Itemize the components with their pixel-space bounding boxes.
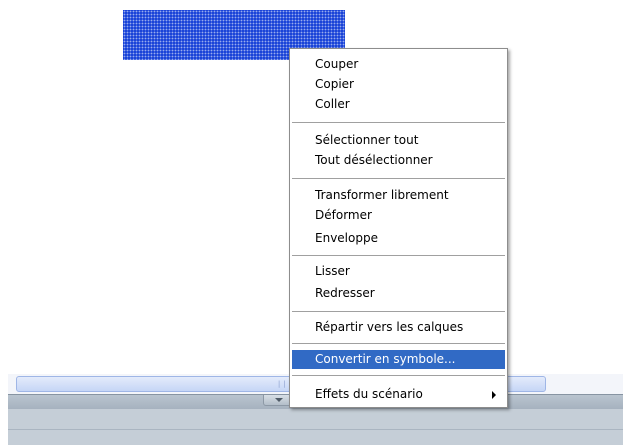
- context-menu: Couper Copier Coller Sélectionner tout T…: [289, 48, 508, 408]
- menu-separator: [292, 178, 505, 179]
- menu-item-label: Effets du scénario: [315, 387, 423, 401]
- menu-separator: [292, 255, 505, 256]
- panel-divider: [8, 429, 623, 430]
- menu-item-convertir-en-symbole[interactable]: Convertir en symbole...: [292, 350, 505, 369]
- menu-item-lisser[interactable]: Lisser: [292, 262, 505, 281]
- menu-item-transformer-librement[interactable]: Transformer librement: [292, 186, 505, 205]
- menu-separator: [292, 343, 505, 344]
- menu-item-effets-du-scenario[interactable]: Effets du scénario: [292, 385, 505, 404]
- chevron-right-icon: [492, 391, 496, 399]
- menu-item-repartir-vers-les-calques[interactable]: Répartir vers les calques: [292, 318, 505, 337]
- menu-separator: [292, 375, 505, 376]
- menu-item-copier[interactable]: Copier: [292, 75, 505, 94]
- menu-item-tout-deselectionner[interactable]: Tout désélectionner: [292, 151, 505, 170]
- menu-separator: [292, 122, 505, 123]
- menu-item-couper[interactable]: Couper: [292, 55, 505, 74]
- menu-separator: [292, 311, 505, 312]
- menu-item-selectionner-tout[interactable]: Sélectionner tout: [292, 131, 505, 150]
- menu-item-coller[interactable]: Coller: [292, 95, 505, 114]
- panel-area: [8, 409, 623, 445]
- menu-item-deformer[interactable]: Déformer: [292, 206, 505, 225]
- menu-item-enveloppe[interactable]: Enveloppe: [292, 229, 505, 248]
- menu-item-redresser[interactable]: Redresser: [292, 284, 505, 303]
